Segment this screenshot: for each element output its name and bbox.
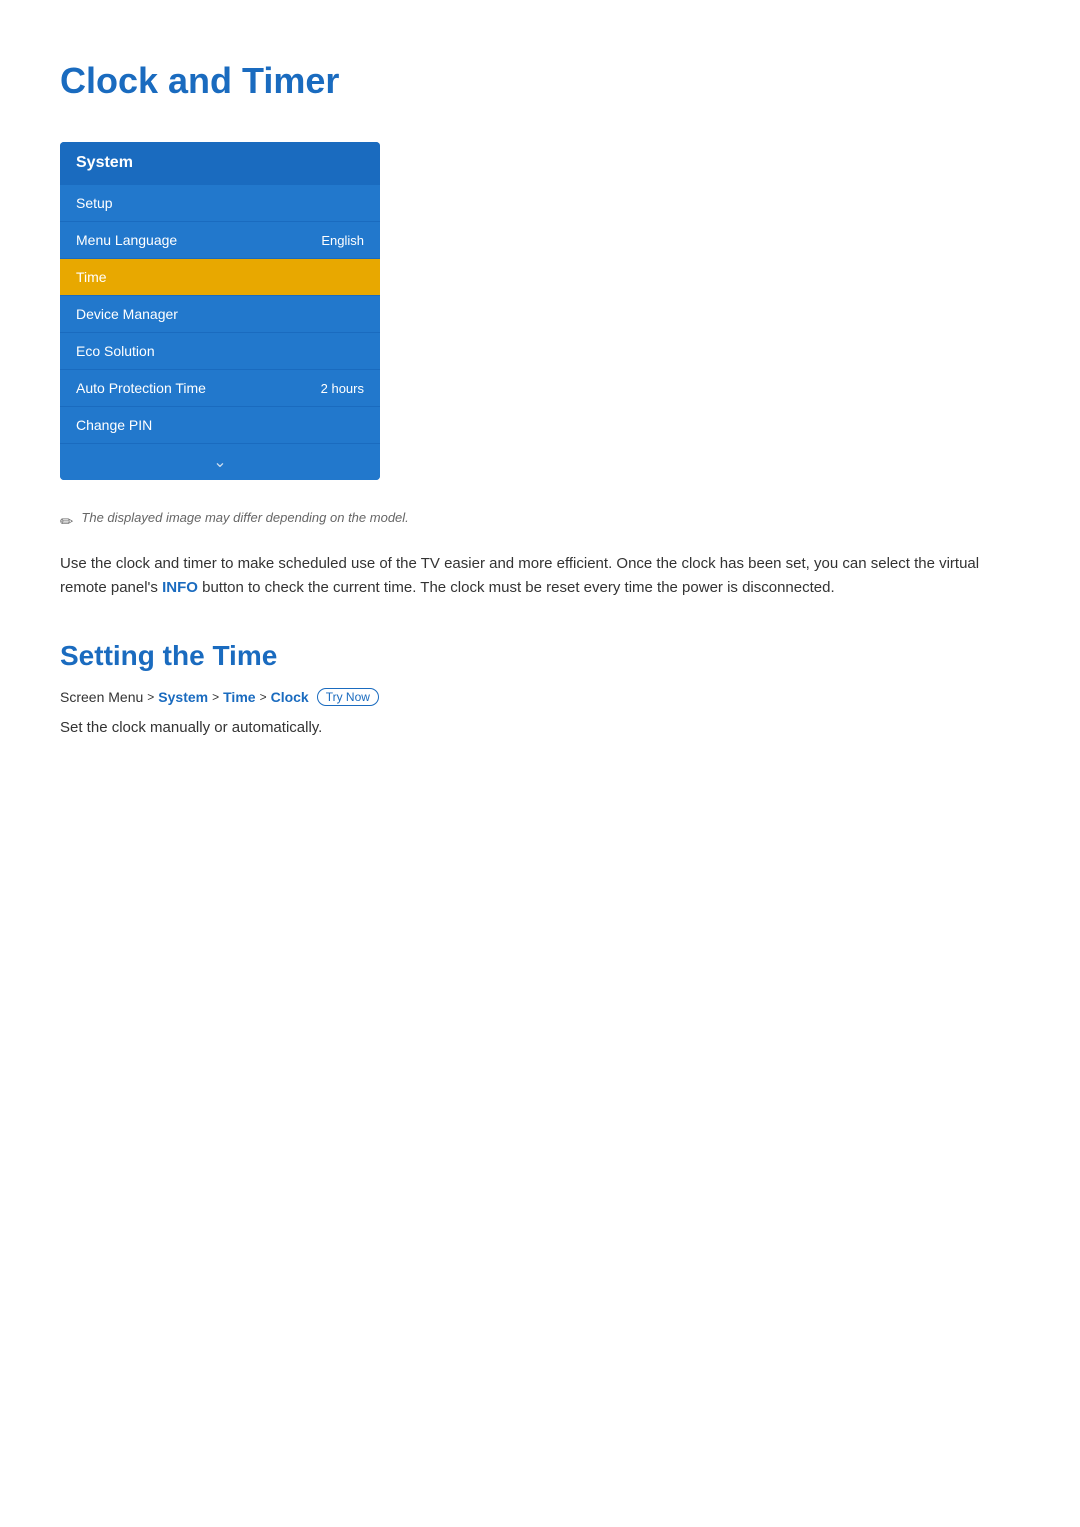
menu-item-auto-protection-time-value: 2 hours	[321, 381, 364, 396]
menu-item-setup[interactable]: Setup	[60, 184, 380, 221]
pencil-icon: ✏	[60, 512, 73, 532]
menu-footer: ⌄	[60, 443, 380, 480]
breadcrumb-sep3: >	[260, 690, 267, 704]
body-text-after: button to check the current time. The cl…	[198, 579, 835, 596]
menu-item-device-manager[interactable]: Device Manager	[60, 295, 380, 332]
breadcrumb-system[interactable]: System	[158, 689, 208, 705]
page-title: Clock and Timer	[60, 60, 1020, 102]
menu-item-eco-solution-label: Eco Solution	[76, 343, 155, 359]
menu-item-menu-language-label: Menu Language	[76, 232, 177, 248]
menu-item-eco-solution[interactable]: Eco Solution	[60, 332, 380, 369]
note-text: The displayed image may differ depending…	[81, 510, 408, 525]
chevron-down-icon: ⌄	[213, 452, 226, 472]
menu-item-auto-protection-time-label: Auto Protection Time	[76, 380, 206, 396]
breadcrumb-clock[interactable]: Clock	[271, 689, 309, 705]
menu-item-time[interactable]: Time	[60, 258, 380, 295]
menu-item-change-pin[interactable]: Change PIN	[60, 406, 380, 443]
note-container: ✏ The displayed image may differ dependi…	[60, 510, 1020, 532]
menu-item-change-pin-label: Change PIN	[76, 417, 152, 433]
breadcrumb: Screen Menu > System > Time > Clock Try …	[60, 688, 1020, 706]
breadcrumb-screen-menu: Screen Menu	[60, 689, 143, 705]
breadcrumb-time[interactable]: Time	[223, 689, 255, 705]
breadcrumb-sep1: >	[147, 690, 154, 704]
try-now-badge[interactable]: Try Now	[317, 688, 379, 706]
menu-item-setup-label: Setup	[76, 195, 113, 211]
setting-section: Setting the Time Screen Menu > System > …	[60, 640, 1020, 740]
menu-panel: System Setup Menu Language English Time …	[60, 142, 380, 480]
menu-item-menu-language-value: English	[321, 233, 364, 248]
body-description: Use the clock and timer to make schedule…	[60, 552, 1020, 600]
menu-item-device-manager-label: Device Manager	[76, 306, 178, 322]
breadcrumb-sep2: >	[212, 690, 219, 704]
menu-item-time-label: Time	[76, 269, 107, 285]
section-title: Setting the Time	[60, 640, 1020, 672]
menu-item-auto-protection-time[interactable]: Auto Protection Time 2 hours	[60, 369, 380, 406]
menu-header: System	[60, 142, 380, 184]
info-link[interactable]: INFO	[162, 579, 198, 596]
section-description: Set the clock manually or automatically.	[60, 716, 1020, 740]
menu-item-menu-language[interactable]: Menu Language English	[60, 221, 380, 258]
